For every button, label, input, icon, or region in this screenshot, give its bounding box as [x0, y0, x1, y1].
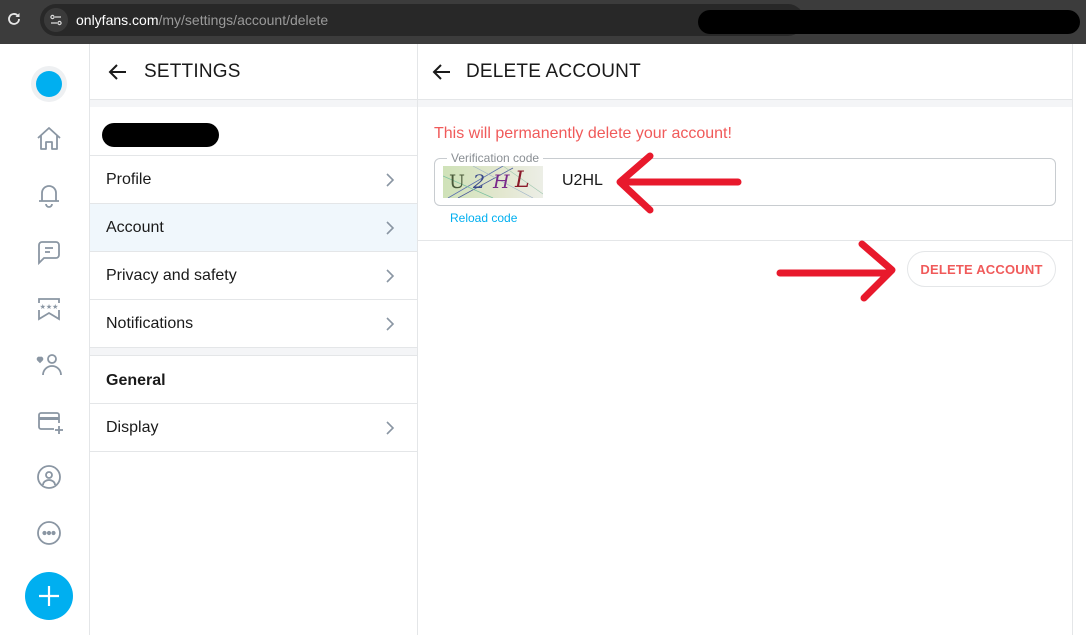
chevron-right-icon: [386, 173, 395, 187]
chevron-right-icon: [386, 221, 395, 235]
sidebar-nav: ★★★: [0, 44, 90, 635]
page-title: DELETE ACCOUNT: [466, 61, 641, 82]
site-settings-icon[interactable]: [44, 8, 68, 32]
settings-title: SETTINGS: [144, 61, 241, 82]
avatar[interactable]: [31, 66, 67, 102]
more-icon[interactable]: [34, 518, 64, 548]
home-icon[interactable]: [34, 124, 64, 154]
reload-icon[interactable]: [6, 11, 22, 27]
delete-account-panel: DELETE ACCOUNT This will permanently del…: [418, 44, 1073, 635]
back-arrow-icon[interactable]: [106, 60, 130, 84]
verification-code-input[interactable]: [562, 172, 862, 190]
username-row: [90, 108, 417, 156]
subscriptions-icon[interactable]: [34, 350, 64, 380]
reload-code-link[interactable]: Reload code: [450, 211, 517, 225]
verification-code-field[interactable]: Verification code U 2 H L: [434, 151, 1056, 206]
collections-icon[interactable]: ★★★: [34, 294, 64, 324]
delete-account-button[interactable]: DELETE ACCOUNT: [907, 251, 1056, 287]
back-arrow-icon[interactable]: [430, 60, 454, 84]
plus-icon: [39, 586, 59, 606]
spacer: [90, 100, 417, 108]
address-bar[interactable]: onlyfans.com/my/settings/account/delete: [40, 4, 804, 36]
settings-panel: SETTINGS Profile Account Privacy and saf…: [90, 44, 418, 635]
profile-icon[interactable]: [34, 462, 64, 492]
new-post-button[interactable]: [25, 572, 73, 620]
captcha-char: L: [515, 168, 530, 193]
settings-item-privacy[interactable]: Privacy and safety: [90, 252, 417, 300]
spacer: [418, 100, 1072, 108]
captcha-char: U: [449, 171, 466, 193]
item-label: Display: [106, 419, 159, 436]
browser-toolbar: onlyfans.com/my/settings/account/delete: [0, 0, 1086, 44]
settings-item-account[interactable]: Account: [90, 204, 417, 252]
add-card-icon[interactable]: [34, 406, 64, 436]
messages-icon[interactable]: [34, 237, 64, 267]
captcha-char: H: [493, 171, 510, 193]
divider: [418, 240, 1073, 241]
captcha-char: 2: [473, 171, 486, 193]
item-label: Account: [106, 219, 164, 236]
settings-item-display[interactable]: Display: [90, 404, 417, 452]
item-label: Privacy and safety: [106, 267, 237, 284]
item-label: Profile: [106, 171, 152, 188]
chevron-right-icon: [386, 317, 395, 331]
warning-text: This will permanently delete your accoun…: [434, 125, 732, 142]
item-label: Notifications: [106, 315, 194, 332]
settings-item-notifications[interactable]: Notifications: [90, 300, 417, 348]
bell-icon[interactable]: [34, 180, 64, 210]
chevron-right-icon: [386, 269, 395, 283]
redacted-region: [698, 10, 1080, 34]
captcha-image: U 2 H L: [443, 166, 543, 198]
chevron-right-icon: [386, 421, 395, 435]
settings-item-profile[interactable]: Profile: [90, 156, 417, 204]
settings-header: SETTINGS: [90, 44, 417, 100]
main-header: DELETE ACCOUNT: [418, 44, 1072, 100]
section-spacer: [90, 348, 417, 356]
url-text: onlyfans.com/my/settings/account/delete: [76, 12, 329, 28]
redacted-username: [102, 123, 219, 147]
svg-text:★★★: ★★★: [40, 303, 59, 311]
avatar-circle: [36, 71, 62, 97]
verification-label: Verification code: [447, 151, 544, 165]
section-general: General: [90, 356, 417, 404]
